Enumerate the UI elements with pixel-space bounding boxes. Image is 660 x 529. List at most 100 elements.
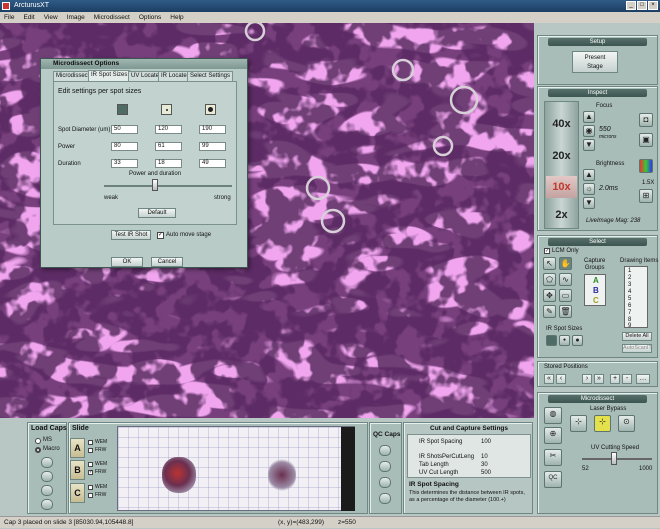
mag-20x-button[interactable]: 20x <box>546 145 577 167</box>
brightness-sun-icon[interactable]: ☼ <box>583 183 595 195</box>
spot-size-medium-button[interactable] <box>161 104 172 115</box>
eraser-icon[interactable]: ▭ <box>559 289 572 302</box>
capture-groups-list[interactable]: A B C <box>584 274 606 306</box>
close-button[interactable]: × <box>648 1 658 10</box>
power-small-field[interactable]: 80 <box>111 142 138 151</box>
present-stage-button[interactable]: Present Stage <box>572 51 618 73</box>
menu-view[interactable]: View <box>44 12 58 23</box>
qc-cap-4-icon[interactable] <box>379 493 391 504</box>
tab-select-settings[interactable]: Select Settings <box>187 71 234 81</box>
stored-add-button[interactable]: + <box>610 374 620 384</box>
drawing-item[interactable]: 3 <box>628 282 631 288</box>
stored-more-button[interactable]: … <box>636 374 650 384</box>
spot-medium-icon[interactable]: ● <box>559 335 570 346</box>
spot-size-large-button[interactable] <box>205 104 216 115</box>
setting-value[interactable]: 30 <box>481 462 488 468</box>
tab-ir-locate[interactable]: IR Locate <box>158 71 190 81</box>
auto-move-stage-checkbox[interactable]: ✓ <box>157 232 164 239</box>
power-duration-slider-thumb[interactable] <box>152 179 158 191</box>
cap-slot-1-icon[interactable] <box>41 457 53 468</box>
qc-button[interactable]: QC <box>544 471 562 488</box>
laser-target-2-icon[interactable]: ⊹ <box>594 415 611 432</box>
cap-slot-2-icon[interactable] <box>41 471 53 482</box>
cut-icon[interactable]: ✂ <box>544 449 562 466</box>
cancel-button[interactable]: Cancel <box>151 257 183 267</box>
setting-value[interactable]: 10 <box>481 454 488 460</box>
minimize-button[interactable]: _ <box>626 1 636 10</box>
uv-laser-icon[interactable]: ⊕ <box>544 427 562 444</box>
menu-edit[interactable]: Edit <box>23 12 34 23</box>
drawing-item[interactable]: 1 <box>628 268 631 274</box>
delete-all-button[interactable]: Delete All <box>622 332 652 341</box>
focus-down-button[interactable]: ▼ <box>583 139 595 151</box>
menu-microdissect[interactable]: Microdissect <box>94 12 130 23</box>
group-b[interactable]: B <box>593 286 599 295</box>
menu-image[interactable]: Image <box>67 12 85 23</box>
tab-microdissect[interactable]: Microdissect <box>53 71 93 81</box>
stored-remove-button[interactable]: - <box>622 374 632 384</box>
pen-icon[interactable]: ✎ <box>543 305 556 318</box>
stored-prev-button[interactable]: ‹ <box>556 374 566 384</box>
tab-uv-locate[interactable]: UV Locate <box>128 71 163 81</box>
laser-target-1-icon[interactable]: ⊹ <box>570 415 587 432</box>
slide-a-button[interactable]: A <box>70 438 85 458</box>
color-balance-icon[interactable] <box>639 159 653 173</box>
menu-options[interactable]: Options <box>139 12 161 23</box>
drawing-item[interactable]: 6 <box>628 303 631 309</box>
mag-10x-button[interactable]: 10x <box>546 176 577 198</box>
trash-icon[interactable]: 🗑 <box>559 305 572 318</box>
duration-medium-field[interactable]: 18 <box>155 159 182 168</box>
drawing-item[interactable]: 2 <box>628 275 631 281</box>
autoscan-button[interactable]: AutoScanIT <box>622 344 652 353</box>
stored-next-button[interactable]: › <box>582 374 592 384</box>
slide-overview-image[interactable] <box>117 426 355 511</box>
drawing-item[interactable]: 7 <box>628 310 631 316</box>
duration-small-field[interactable]: 33 <box>111 159 138 168</box>
power-duration-slider-track[interactable] <box>104 185 232 187</box>
slide-c-frw-checkbox[interactable] <box>88 493 93 498</box>
spot-small-icon[interactable] <box>546 335 557 346</box>
setting-value[interactable]: 100 <box>481 439 491 445</box>
lcm-only-checkbox[interactable]: ✓ <box>544 248 550 254</box>
slide-a-wem-checkbox[interactable] <box>88 440 93 445</box>
power-large-field[interactable]: 99 <box>199 142 226 151</box>
uv-speed-slider-thumb[interactable] <box>611 452 617 465</box>
draw-polygon-icon[interactable]: ⬠ <box>543 273 556 286</box>
slide-b-button[interactable]: B <box>70 460 85 480</box>
maximize-button[interactable]: □ <box>637 1 647 10</box>
spot-diameter-small-field[interactable]: 50 <box>111 125 138 134</box>
test-ir-shot-button[interactable]: Test IR Shot <box>111 230 151 240</box>
select-hand-icon[interactable]: ✋ <box>559 257 572 270</box>
qc-cap-2-icon[interactable] <box>379 461 391 472</box>
mag-2x-button[interactable]: 2x <box>546 207 577 223</box>
spot-diameter-large-field[interactable]: 190 <box>199 125 226 134</box>
brightness-down-button[interactable]: ▼ <box>583 197 595 209</box>
focus-eye-icon[interactable]: ◉ <box>583 125 595 137</box>
zoom-icon[interactable]: ⊞ <box>639 189 653 203</box>
slide-a-frw-checkbox[interactable] <box>88 448 93 453</box>
qc-cap-1-icon[interactable] <box>379 445 391 456</box>
menu-help[interactable]: Help <box>170 12 183 23</box>
drawing-item[interactable]: 4 <box>628 289 631 295</box>
draw-freehand-icon[interactable]: ∿ <box>559 273 572 286</box>
select-pointer-icon[interactable]: ↖ <box>543 257 556 270</box>
move-icon[interactable]: ✥ <box>543 289 556 302</box>
mag-40x-button[interactable]: 40x <box>546 113 577 135</box>
uv-speed-slider-track[interactable] <box>582 458 652 460</box>
slide-b-frw-checkbox[interactable]: ✓ <box>88 470 93 475</box>
spot-size-small-button[interactable] <box>117 104 128 115</box>
menu-file[interactable]: File <box>4 12 14 23</box>
ok-button[interactable]: OK <box>111 257 143 267</box>
cap-slot-3-icon[interactable] <box>41 485 53 496</box>
spot-large-icon[interactable]: ● <box>572 335 583 346</box>
macro-radio[interactable] <box>35 447 41 453</box>
camera-icon[interactable]: ◘ <box>639 113 653 127</box>
setting-value[interactable]: 500 <box>481 470 491 476</box>
slide-c-button[interactable]: C <box>70 483 85 503</box>
cap-slot-4-icon[interactable] <box>41 499 53 510</box>
slide-b-wem-checkbox[interactable] <box>88 462 93 467</box>
brightness-up-button[interactable]: ▲ <box>583 169 595 181</box>
image-capture-icon[interactable]: ▣ <box>639 133 653 147</box>
tab-ir-spot-sizes[interactable]: IR Spot Sizes <box>88 70 131 81</box>
spot-diameter-medium-field[interactable]: 120 <box>155 125 182 134</box>
